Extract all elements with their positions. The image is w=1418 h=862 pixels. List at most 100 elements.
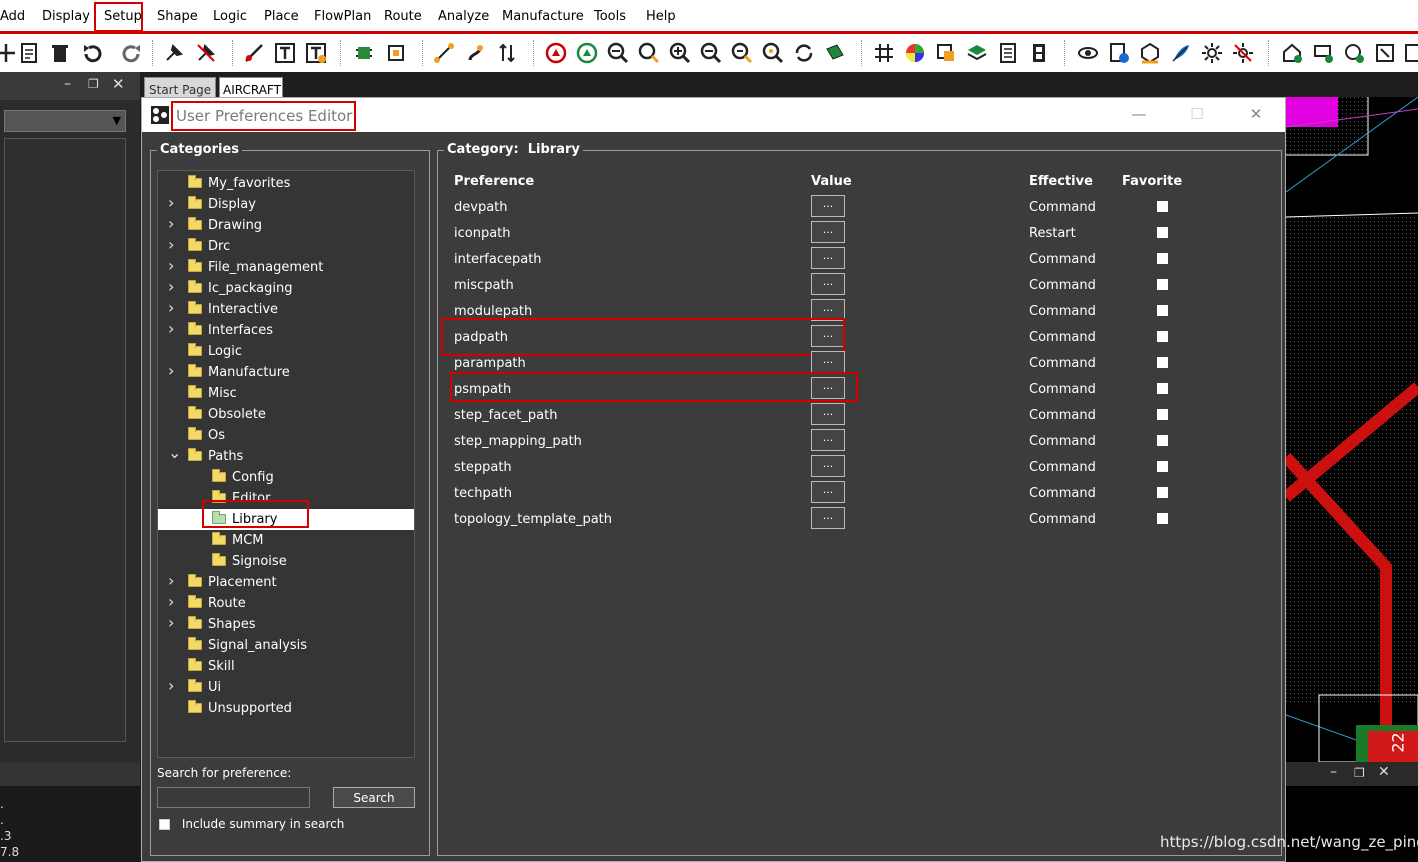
tree-item[interactable]: Signal_analysis [158,635,414,656]
undo-icon[interactable] [80,41,104,65]
menu-analyze[interactable]: Analyze [438,9,489,24]
chevron-right-icon[interactable]: › [168,361,180,380]
favorite-checkbox[interactable] [1157,253,1168,264]
favorite-checkbox[interactable] [1157,513,1168,524]
chevron-right-icon[interactable]: › [168,235,180,254]
tree-item[interactable]: Signoise [158,551,414,572]
favorite-checkbox[interactable] [1157,409,1168,420]
minimize-icon[interactable]: — [1124,105,1154,125]
chevron-right-icon[interactable]: › [168,592,180,611]
zoom-center-icon[interactable] [761,41,785,65]
favorite-checkbox[interactable] [1157,331,1168,342]
favorite-checkbox[interactable] [1157,357,1168,368]
layers-icon[interactable] [965,41,989,65]
sun-off-icon[interactable] [1231,41,1255,65]
menu-shape[interactable]: Shape [157,9,198,24]
add-line-icon[interactable] [242,41,266,65]
tree-item[interactable]: › File_management [158,256,414,278]
add-circle-icon[interactable] [1342,41,1366,65]
include-summary-checkbox[interactable] [159,819,170,830]
add-text-icon[interactable] [273,41,297,65]
grid-icon[interactable] [872,41,896,65]
measure-icon[interactable] [1138,41,1162,65]
tree-item[interactable]: Editor [158,488,414,509]
board-3d-icon[interactable] [823,41,847,65]
value-browse-button[interactable]: ... [811,403,845,425]
restore-icon[interactable]: ❐ [88,77,99,91]
tree-item[interactable]: MCM [158,530,414,551]
value-browse-button[interactable]: ... [811,481,845,503]
search-input[interactable] [157,787,310,808]
redo-icon[interactable] [120,41,144,65]
unpin-icon[interactable] [194,41,218,65]
drc-update-icon[interactable] [575,41,599,65]
swap-icon[interactable] [495,41,519,65]
move-icon[interactable] [0,41,18,65]
include-summary-option[interactable]: Include summary in search [159,817,344,831]
add-shape-icon[interactable] [1311,41,1335,65]
zoom-fit-icon[interactable] [637,41,661,65]
close-icon[interactable]: ✕ [1241,105,1271,125]
category-tree[interactable]: My_favorites › Display › Drawing › Drc › File_ma… [157,170,415,758]
close-icon[interactable]: ✕ [112,75,125,93]
menu-flowplan[interactable]: FlowPlan [314,9,371,24]
tree-item[interactable]: › Manufacture [158,361,414,383]
tree-item[interactable]: › Drc [158,235,414,257]
zoom-in-icon[interactable] [668,41,692,65]
tab-start-page[interactable]: Start Page [144,77,216,99]
tree-item[interactable]: › Placement [158,571,414,593]
value-browse-button[interactable]: ... [811,195,845,217]
chevron-down-icon[interactable]: ⌄ [168,443,181,462]
drc-icon[interactable] [544,41,568,65]
tree-item[interactable]: › Route [158,592,414,614]
tree-item[interactable]: ⌄ Paths [158,443,414,467]
menu-route[interactable]: Route [384,9,422,24]
shadow-mode-icon[interactable] [934,41,958,65]
tree-item[interactable]: Os [158,425,414,446]
tree-item[interactable]: Unsupported [158,698,414,719]
tree-item[interactable]: Obsolete [158,404,414,425]
value-browse-button[interactable]: ... [811,455,845,477]
info-icon[interactable] [1107,41,1131,65]
tree-item[interactable]: Logic [158,341,414,362]
tree-item[interactable]: › Interfaces [158,319,414,341]
chevron-right-icon[interactable]: › [168,256,180,275]
value-browse-button[interactable]: ... [811,247,845,269]
chip-select-icon[interactable] [384,41,408,65]
tree-item[interactable]: › Ui [158,676,414,698]
tab-aircraft[interactable]: AIRCRAFT [219,77,283,99]
minimize-icon[interactable]: – [1330,764,1337,780]
favorite-checkbox[interactable] [1157,279,1168,290]
chevron-right-icon[interactable]: › [168,319,180,338]
value-browse-button[interactable]: ... [811,299,845,321]
maximize-icon[interactable]: ☐ [1182,105,1212,125]
select-box-icon[interactable] [1373,41,1397,65]
menu-setup[interactable]: Setup [104,9,142,24]
menu-display[interactable]: Display [42,9,90,24]
slide-icon[interactable] [463,41,487,65]
trash-icon[interactable] [48,41,72,65]
tree-item[interactable]: Config [158,467,414,488]
value-browse-button[interactable]: ... [811,273,845,295]
favorite-checkbox[interactable] [1157,461,1168,472]
tree-item[interactable]: Skill [158,656,414,677]
value-browse-button[interactable]: ... [811,325,845,347]
document-icon[interactable] [17,41,41,65]
chevron-right-icon[interactable]: › [168,214,180,233]
route-connect-icon[interactable] [432,41,456,65]
more-icon[interactable] [1402,41,1418,65]
favorite-checkbox[interactable] [1157,201,1168,212]
chevron-right-icon[interactable]: › [168,571,180,590]
tree-item[interactable]: › Shapes [158,613,414,635]
tree-item[interactable]: › Ic_packaging [158,277,414,299]
tree-item[interactable]: My_favorites [158,173,414,194]
menu-place[interactable]: Place [264,9,299,24]
favorite-checkbox[interactable] [1157,383,1168,394]
chevron-right-icon[interactable]: › [168,277,180,296]
favorite-checkbox[interactable] [1157,435,1168,446]
tree-item[interactable]: Library [158,509,414,530]
film-icon[interactable] [1027,41,1051,65]
zoom-out-icon[interactable] [699,41,723,65]
favorite-checkbox[interactable] [1157,487,1168,498]
chevron-right-icon[interactable]: › [168,613,180,632]
